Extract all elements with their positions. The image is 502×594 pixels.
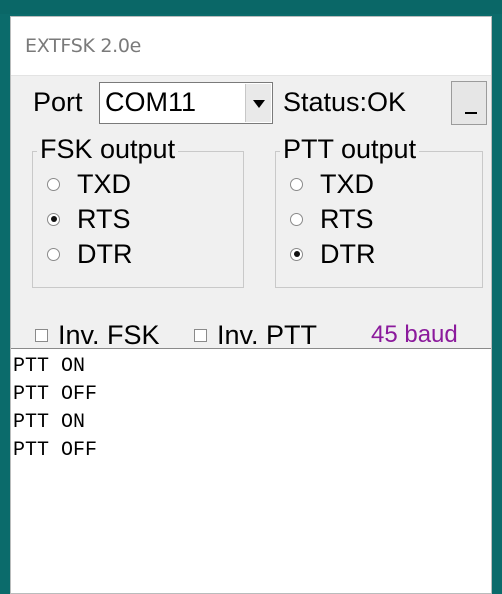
log-line: PTT ON [13, 411, 86, 434]
port-dropdown-button[interactable] [245, 84, 271, 122]
window-title: EXTFSK 2.0e [25, 35, 142, 57]
checkbox[interactable] [194, 328, 207, 342]
fsk-radio-txd[interactable]: TXD [47, 167, 131, 201]
port-select-value: COM11 [105, 87, 197, 117]
radio-button[interactable] [290, 177, 303, 191]
extfsk-window: EXTFSK 2.0e Port COM11 Status:OK FSK out… [10, 16, 492, 594]
log-line: PTT OFF [13, 383, 98, 406]
radio-button[interactable] [47, 212, 60, 226]
inv-ptt-label: Inv. PTT [217, 319, 318, 350]
log-line: PTT ON [13, 355, 86, 378]
ptt-radio-dtr[interactable]: DTR [290, 237, 376, 271]
minimize-icon [465, 112, 477, 114]
desktop-background [0, 0, 502, 14]
radio-button[interactable] [47, 177, 60, 191]
ptt-radio-txd[interactable]: TXD [290, 167, 374, 201]
log-textarea[interactable]: PTT ON PTT OFF PTT ON PTT OFF [11, 348, 491, 593]
ptt-radio-rts-label: RTS [320, 203, 374, 234]
fsk-radio-dtr[interactable]: DTR [47, 237, 133, 271]
log-line: PTT OFF [13, 439, 98, 462]
fsk-radio-rts-label: RTS [77, 203, 131, 234]
inv-fsk-label: Inv. FSK [58, 319, 160, 350]
port-select[interactable]: COM11 [99, 82, 273, 124]
fsk-output-title: FSK output [37, 134, 179, 164]
radio-button[interactable] [290, 247, 303, 261]
fsk-radio-txd-label: TXD [77, 168, 131, 199]
checkbox[interactable] [35, 328, 48, 342]
status-text: Status:OK [283, 87, 407, 117]
fsk-radio-rts[interactable]: RTS [47, 202, 131, 236]
ptt-radio-dtr-label: DTR [320, 238, 376, 269]
ptt-radio-rts[interactable]: RTS [290, 202, 374, 236]
ptt-radio-txd-label: TXD [320, 168, 374, 199]
chevron-down-icon [253, 100, 265, 108]
port-label: Port [33, 87, 83, 117]
ptt-output-title: PTT output [280, 134, 420, 164]
fsk-radio-dtr-label: DTR [77, 238, 133, 269]
minimize-button[interactable] [451, 81, 487, 125]
radio-button[interactable] [47, 247, 60, 261]
ptt-output-group: PTT output TXD RTS DTR [275, 134, 483, 288]
radio-button[interactable] [290, 212, 303, 226]
title-bar[interactable]: EXTFSK 2.0e [11, 17, 491, 76]
fsk-output-group: FSK output TXD RTS DTR [32, 134, 244, 288]
